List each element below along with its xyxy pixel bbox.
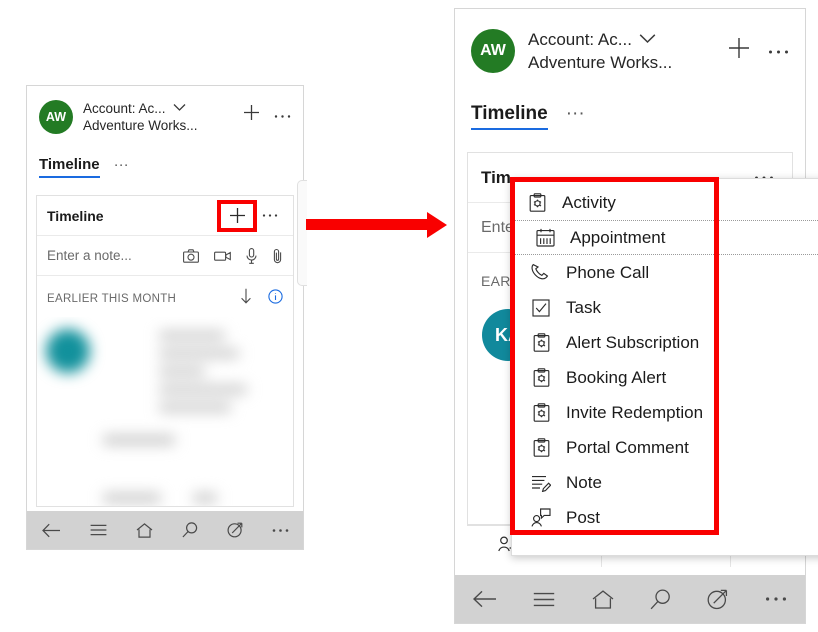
activity-clipboard-icon bbox=[530, 333, 552, 352]
record-name-label: Adventure Works... bbox=[528, 53, 673, 72]
timeline-section-header: EARLIER THIS MONTH bbox=[47, 292, 177, 305]
more-horizontal-icon[interactable] bbox=[768, 42, 789, 60]
menu-item-label: Booking Alert bbox=[566, 367, 667, 387]
avatar: AW bbox=[471, 29, 515, 73]
post-person-icon bbox=[530, 508, 552, 527]
phone-before: AW Account: Ac... Adventure Works... Tim… bbox=[26, 85, 304, 550]
menu-item-appointment[interactable]: Appointment bbox=[512, 220, 818, 255]
activity-type-flyout-menu[interactable]: Activity Appointment Phone Call Task Alert S… bbox=[511, 178, 818, 556]
menu-item-label: Appointment bbox=[570, 227, 666, 247]
menu-icon[interactable] bbox=[533, 592, 555, 607]
timeline-add-button-highlighted[interactable] bbox=[217, 199, 257, 232]
note-input[interactable]: Enter a note... bbox=[47, 248, 183, 263]
menu-item-booking-alert[interactable]: Booking Alert bbox=[512, 360, 818, 395]
home-icon[interactable] bbox=[136, 522, 153, 538]
activity-clipboard-icon bbox=[526, 193, 548, 212]
menu-item-label: Task bbox=[566, 297, 601, 317]
microphone-icon[interactable] bbox=[246, 247, 257, 264]
nav-bar-right bbox=[455, 575, 805, 623]
search-icon[interactable] bbox=[181, 522, 198, 538]
back-icon[interactable] bbox=[41, 523, 61, 538]
record-entity-label: Account: Ac... bbox=[528, 30, 632, 49]
video-icon[interactable] bbox=[214, 250, 231, 262]
plus-icon[interactable] bbox=[243, 104, 260, 126]
back-icon[interactable] bbox=[473, 590, 497, 608]
menu-item-label: Note bbox=[566, 472, 602, 492]
menu-item-label: Alert Subscription bbox=[566, 332, 700, 352]
timeline-card-title: Timeline bbox=[47, 207, 104, 224]
more-horizontal-icon[interactable]: ··· bbox=[114, 156, 129, 173]
avatar: AW bbox=[39, 100, 73, 134]
record-name-label: Adventure Works... bbox=[83, 118, 198, 133]
menu-item-phone-call[interactable]: Phone Call bbox=[512, 255, 818, 290]
record-entity-label: Account: Ac... bbox=[83, 100, 166, 116]
home-icon[interactable] bbox=[592, 589, 614, 609]
navigation-icon[interactable] bbox=[707, 589, 728, 610]
timeline-entries-left bbox=[37, 317, 293, 506]
arrow-down-icon[interactable] bbox=[240, 288, 252, 309]
navigation-icon[interactable] bbox=[226, 522, 243, 538]
menu-item-task[interactable]: Task bbox=[512, 290, 818, 325]
tab-timeline[interactable]: Timeline bbox=[471, 103, 548, 130]
record-header-left: AW Account: Ac... Adventure Works... bbox=[27, 86, 303, 134]
more-horizontal-icon[interactable] bbox=[274, 106, 291, 124]
avatar-initials: AW bbox=[45, 110, 67, 124]
camera-icon[interactable] bbox=[183, 248, 199, 263]
blurred-timeline-content bbox=[37, 317, 293, 506]
more-horizontal-icon[interactable]: ··· bbox=[566, 103, 585, 125]
record-header-right: AW Account: Ac... Adventure Works... bbox=[455, 9, 805, 73]
menu-item-label: Phone Call bbox=[566, 262, 650, 282]
note-icon bbox=[530, 474, 552, 492]
more-horizontal-icon[interactable] bbox=[765, 596, 787, 602]
search-icon[interactable] bbox=[650, 588, 671, 610]
menu-icon[interactable] bbox=[90, 524, 107, 536]
plus-icon[interactable] bbox=[728, 37, 750, 64]
attachment-icon[interactable] bbox=[272, 248, 283, 264]
calendar-icon bbox=[534, 228, 556, 247]
menu-item-note[interactable]: Note bbox=[512, 465, 818, 500]
task-checkbox-icon bbox=[530, 298, 552, 317]
tab-timeline[interactable]: Timeline bbox=[39, 156, 100, 178]
chevron-down-icon[interactable] bbox=[639, 31, 656, 49]
timeline-overflow-button[interactable] bbox=[257, 203, 283, 229]
menu-item-invite-redemption[interactable]: Invite Redemption bbox=[512, 395, 818, 430]
menu-item-post[interactable]: Post bbox=[512, 500, 818, 535]
menu-item-label: Activity bbox=[562, 192, 616, 212]
menu-item-label: Portal Comment bbox=[566, 437, 689, 457]
screenshot-root: AW Account: Ac... Adventure Works... Tim… bbox=[0, 0, 818, 632]
menu-item-label: Invite Redemption bbox=[566, 402, 704, 422]
tab-strip-right: Timeline ··· bbox=[455, 73, 805, 130]
activity-clipboard-icon bbox=[530, 438, 552, 457]
menu-item-portal-comment[interactable]: Portal Comment bbox=[512, 430, 818, 465]
avatar-initials: AW bbox=[480, 42, 506, 59]
tab-strip-left: Timeline ··· bbox=[27, 134, 303, 178]
activity-clipboard-icon bbox=[530, 403, 552, 422]
menu-item-alert-subscription[interactable]: Alert Subscription bbox=[512, 325, 818, 360]
activity-clipboard-icon bbox=[530, 368, 552, 387]
timeline-card-left: Timeline Enter a note... EARLIER THIS MO… bbox=[36, 195, 294, 507]
phone-icon bbox=[530, 263, 552, 283]
more-horizontal-icon[interactable] bbox=[272, 528, 289, 533]
menu-item-activity[interactable]: Activity bbox=[512, 185, 818, 220]
nav-bar-left bbox=[27, 511, 303, 549]
info-circle-icon[interactable] bbox=[268, 288, 283, 309]
scrollbar-sliver-left[interactable] bbox=[297, 180, 307, 286]
menu-item-label: Post bbox=[566, 507, 601, 527]
chevron-down-icon[interactable] bbox=[173, 99, 186, 117]
activity-type-menu-list: Activity Appointment Phone Call Task Alert S… bbox=[512, 179, 818, 535]
